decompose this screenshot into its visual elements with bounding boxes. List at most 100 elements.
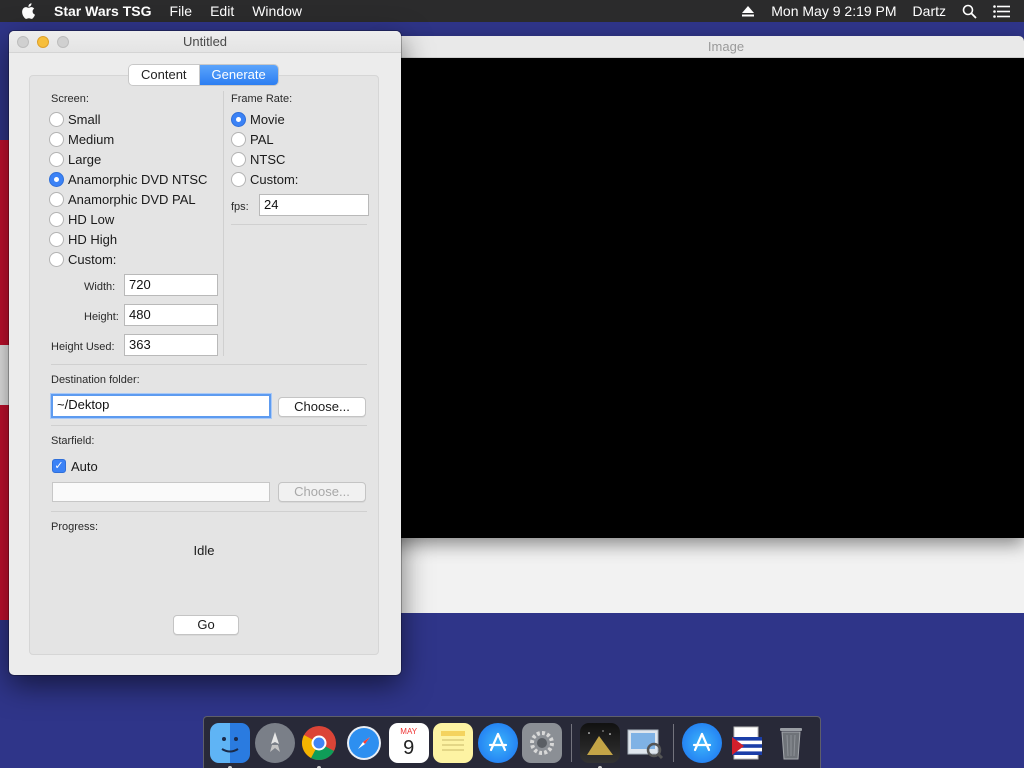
radio-button[interactable] — [49, 231, 64, 247]
width-field[interactable]: 720 — [124, 274, 218, 296]
menu-file[interactable]: File — [161, 0, 202, 22]
screen-option-anamorphic-dvd-ntsc[interactable]: Anamorphic DVD NTSC — [49, 170, 207, 188]
finder-icon[interactable] — [210, 722, 251, 768]
dock-separator — [672, 723, 674, 762]
divider — [231, 224, 367, 225]
trash-icon[interactable] — [771, 723, 811, 763]
radio-button[interactable] — [49, 131, 64, 147]
window-title: Untitled — [182, 34, 228, 49]
screen-option-large[interactable]: Large — [49, 150, 101, 168]
app-store-installer-icon[interactable] — [682, 722, 723, 763]
main-window-titlebar[interactable]: Untitled — [9, 31, 401, 53]
star-wars-tsg-icon[interactable] — [580, 722, 621, 768]
dock-separator — [570, 723, 572, 762]
radio-button[interactable] — [231, 131, 246, 147]
screen-label: Screen: — [51, 93, 89, 105]
app-store-icon[interactable] — [477, 722, 518, 763]
radio-label: Custom: — [250, 171, 299, 187]
radio-label: Anamorphic DVD NTSC — [68, 171, 208, 187]
apple-menu-icon[interactable] — [10, 0, 46, 22]
screen-option-hd-high[interactable]: HD High — [49, 230, 117, 248]
radio-button[interactable] — [49, 211, 64, 227]
menu-window[interactable]: Window — [243, 0, 311, 22]
height-used-field[interactable]: 363 — [124, 334, 218, 356]
preview-icon[interactable] — [625, 723, 665, 763]
height-label: Height: — [84, 311, 119, 323]
close-window-button[interactable] — [17, 36, 29, 48]
checkmark-icon[interactable]: ✓ — [52, 459, 66, 473]
image-canvas — [380, 58, 1024, 538]
radio-button[interactable] — [231, 171, 246, 187]
screen-option-medium[interactable]: Medium — [49, 130, 114, 148]
frame-rate-option-movie[interactable]: Movie — [231, 110, 285, 128]
tab-generate[interactable]: Generate — [199, 65, 278, 85]
tab-content[interactable]: Content — [129, 65, 200, 85]
menu-bar: Star Wars TSG File Edit Window Mon May 9… — [0, 0, 1024, 22]
screen-option-custom[interactable]: Custom: — [49, 250, 116, 268]
divider — [51, 364, 367, 365]
main-window[interactable]: Untitled Content Generate Screen: Small … — [9, 31, 401, 675]
zoom-window-button[interactable] — [57, 36, 69, 48]
radio-button[interactable] — [49, 251, 64, 267]
radio-label: HD High — [68, 231, 118, 247]
launchpad-icon[interactable] — [254, 722, 295, 763]
calendar-icon[interactable]: MAY 9 — [388, 722, 429, 763]
frame-rate-option-custom[interactable]: Custom: — [231, 170, 298, 188]
dock: MAY 9 — [203, 716, 821, 768]
starfield-auto-checkbox[interactable]: ✓ Auto — [52, 457, 98, 475]
calendar-day: 9 — [403, 737, 415, 759]
progress-status: Idle — [193, 543, 215, 558]
radio-button-selected[interactable] — [49, 171, 64, 187]
minimize-window-button[interactable] — [37, 36, 49, 48]
starfield-label: Starfield: — [51, 435, 95, 447]
radio-button[interactable] — [49, 111, 64, 127]
fps-label: fps: — [231, 201, 249, 213]
radio-label: HD Low — [68, 211, 115, 227]
eject-icon[interactable] — [733, 5, 763, 17]
radio-label: PAL — [250, 131, 274, 147]
radio-label: Small — [68, 111, 101, 127]
frame-rate-label: Frame Rate: — [231, 93, 293, 105]
radio-button[interactable] — [49, 151, 64, 167]
safari-icon[interactable] — [344, 723, 384, 763]
radio-label: Large — [68, 151, 102, 167]
frame-rate-option-ntsc[interactable]: NTSC — [231, 150, 285, 168]
system-preferences-icon[interactable] — [522, 722, 563, 763]
menu-user[interactable]: Dartz — [905, 0, 954, 22]
fps-field[interactable]: 24 — [259, 194, 369, 216]
radio-button[interactable] — [49, 191, 64, 207]
screen-option-small[interactable]: Small — [49, 110, 101, 128]
height-field[interactable]: 480 — [124, 304, 218, 326]
height-used-label: Height Used: — [51, 341, 115, 353]
menu-edit[interactable]: Edit — [201, 0, 243, 22]
checkbox-label: Auto — [71, 458, 98, 474]
frame-rate-option-pal[interactable]: PAL — [231, 130, 274, 148]
menu-app-name[interactable]: Star Wars TSG — [46, 0, 161, 22]
destination-choose-button[interactable]: Choose... — [278, 397, 366, 417]
group-divider — [223, 91, 224, 356]
image-window[interactable]: Image — [380, 36, 1024, 538]
chrome-icon[interactable] — [299, 723, 339, 768]
flag-document-icon[interactable] — [727, 723, 767, 763]
starfield-path-field[interactable] — [52, 482, 270, 502]
radio-button[interactable] — [231, 151, 246, 167]
destination-folder-field[interactable]: ~/Dektop — [51, 394, 271, 418]
width-label: Width: — [84, 281, 116, 293]
radio-label: Movie — [250, 111, 285, 127]
screen-option-anamorphic-dvd-pal[interactable]: Anamorphic DVD PAL — [49, 190, 196, 208]
divider — [51, 425, 367, 426]
notes-icon[interactable] — [433, 722, 474, 763]
notification-center-icon[interactable] — [985, 4, 1024, 18]
divider — [51, 511, 367, 512]
starfield-choose-button[interactable]: Choose... — [278, 482, 366, 502]
tab-control: Content Generate — [129, 65, 278, 85]
go-button[interactable]: Go — [173, 615, 239, 635]
screen-option-hd-low[interactable]: HD Low — [49, 210, 114, 228]
radio-label: NTSC — [250, 151, 286, 167]
radio-label: Medium — [68, 131, 115, 147]
image-window-titlebar[interactable]: Image — [380, 36, 1024, 58]
spotlight-search-icon[interactable] — [954, 4, 985, 19]
radio-button-selected[interactable] — [231, 111, 246, 127]
radio-label: Custom: — [68, 251, 117, 267]
menu-clock[interactable]: Mon May 9 2:19 PM — [763, 0, 904, 22]
